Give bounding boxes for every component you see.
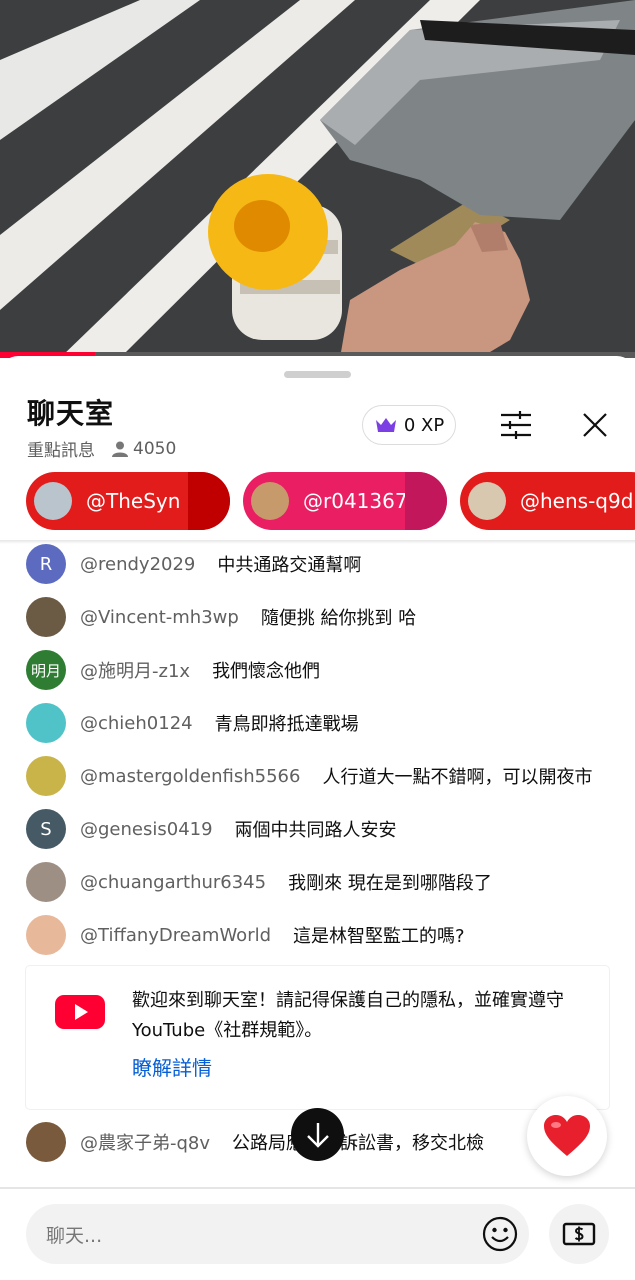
message-author[interactable]: @genesis0419 xyxy=(80,819,213,840)
message-author[interactable]: @mastergoldenfish5566 xyxy=(80,766,300,787)
message-author[interactable]: @chieh0124 xyxy=(80,713,193,734)
message-author[interactable]: @農家子弟-q8v xyxy=(80,1129,210,1155)
scroll-to-bottom-button[interactable] xyxy=(291,1108,344,1161)
chat-message: R @rendy2029 中共通路交通幫啊 xyxy=(26,544,361,584)
avatar[interactable] xyxy=(26,756,66,796)
avatar[interactable] xyxy=(26,1122,66,1162)
xp-button[interactable]: 0 XP xyxy=(362,405,456,445)
message-text: 兩個中共同路人安安 xyxy=(234,820,397,841)
message-text: 隨便挑 給你挑到 哈 xyxy=(260,608,417,629)
chat-message: @mastergoldenfish5566 人行道大一點不錯啊，可以開夜市 xyxy=(26,756,592,796)
avatar[interactable] xyxy=(26,915,66,955)
message-author[interactable]: @rendy2029 xyxy=(80,554,195,575)
welcome-text: 歡迎來到聊天室！請記得保護自己的隱私，並確實遵守 YouTube《社群規範》。 xyxy=(132,990,564,1041)
pinned-avatar xyxy=(468,482,506,520)
video-player[interactable] xyxy=(0,0,635,358)
pinned-avatar xyxy=(34,482,72,520)
avatar[interactable] xyxy=(26,862,66,902)
xp-label: 0 XP xyxy=(403,414,445,436)
dollar-bill-icon xyxy=(562,1222,596,1246)
pinned-avatar xyxy=(251,482,289,520)
message-author[interactable]: @Vincent-mh3wp xyxy=(80,607,239,628)
chat-subtitle: 重點訊息 4050 xyxy=(27,436,177,462)
pinned-chips-row: @TheSyn @r041367 @hens-q9d xyxy=(0,472,635,530)
message-text: 我剛來 現在是到哪階段了 xyxy=(288,873,492,894)
video-frame xyxy=(0,0,635,358)
chat-message: @農家子弟-q8v 公路局應該寫訴訟書，移交北檢 xyxy=(26,1122,484,1162)
learn-more-link[interactable]: 瞭解詳情 xyxy=(132,1052,212,1081)
avatar[interactable] xyxy=(26,703,66,743)
pinned-chip[interactable]: @r041367 xyxy=(243,472,447,530)
close-icon[interactable] xyxy=(582,412,608,438)
chat-title: 聊天室 xyxy=(27,397,115,430)
message-author[interactable]: @chuangarthur6345 xyxy=(80,872,266,893)
pinned-name: @hens-q9d xyxy=(520,489,634,513)
chat-input-placeholder: 聊天... xyxy=(46,1225,103,1247)
pinned-edge xyxy=(188,472,230,530)
chat-message: 明月 @施明月-z1x 我們懷念他們 xyxy=(26,650,320,690)
avatar[interactable]: R xyxy=(26,544,66,584)
chat-mode-label[interactable]: 重點訊息 xyxy=(27,436,95,461)
heart-icon xyxy=(544,1115,590,1156)
live-chat-panel: 聊天室 重點訊息 4050 0 XP @TheSyn @r041367 @hen… xyxy=(0,356,635,1280)
arrow-down-icon xyxy=(306,1122,329,1148)
message-text: 中共通路交通幫啊 xyxy=(217,555,362,576)
avatar[interactable]: S xyxy=(26,809,66,849)
avatar[interactable]: 明月 xyxy=(26,650,66,690)
pinned-edge xyxy=(405,472,447,530)
message-text: 我們懷念他們 xyxy=(212,661,321,682)
crown-icon xyxy=(375,418,396,432)
welcome-banner: 歡迎來到聊天室！請記得保護自己的隱私，並確實遵守 YouTube《社群規範》。 … xyxy=(26,966,609,1109)
chat-message: @chuangarthur6345 我剛來 現在是到哪階段了 xyxy=(26,862,492,902)
pinned-name: @r041367 xyxy=(303,489,408,513)
avatar[interactable] xyxy=(26,597,66,637)
youtube-logo-icon xyxy=(55,995,105,1029)
chat-message: S @genesis0419 兩個中共同路人安安 xyxy=(26,809,397,849)
super-chat-button[interactable] xyxy=(549,1204,609,1264)
message-author[interactable]: @TiffanyDreamWorld xyxy=(80,925,271,946)
pinned-name: @TheSyn xyxy=(86,489,181,513)
tune-settings-icon[interactable] xyxy=(500,410,532,440)
message-text: 人行道大一點不錯啊，可以開夜市 xyxy=(322,767,593,788)
pinned-chip[interactable]: @TheSyn xyxy=(26,472,230,530)
chat-message: @Vincent-mh3wp 隨便挑 給你挑到 哈 xyxy=(26,597,416,637)
heart-reaction-button[interactable] xyxy=(527,1096,607,1176)
drag-handle[interactable] xyxy=(284,371,351,378)
message-author[interactable]: @施明月-z1x xyxy=(80,657,190,683)
chat-input[interactable]: 聊天... xyxy=(26,1204,529,1264)
pinned-chip[interactable]: @hens-q9d xyxy=(460,472,635,530)
message-text: 青鳥即將抵達戰場 xyxy=(214,714,359,735)
input-divider xyxy=(0,1187,635,1189)
viewer-count: 4050 xyxy=(133,438,177,459)
message-text: 公路局應該寫訴訟書，移交北檢 xyxy=(232,1133,485,1154)
chat-message: @TiffanyDreamWorld 這是林智堅監工的嗎? xyxy=(26,915,465,955)
emoji-icon[interactable] xyxy=(482,1216,518,1252)
message-text: 這是林智堅監工的嗎? xyxy=(293,926,465,947)
chat-message: @chieh0124 青鳥即將抵達戰場 xyxy=(26,703,359,743)
viewer-icon xyxy=(112,441,128,457)
